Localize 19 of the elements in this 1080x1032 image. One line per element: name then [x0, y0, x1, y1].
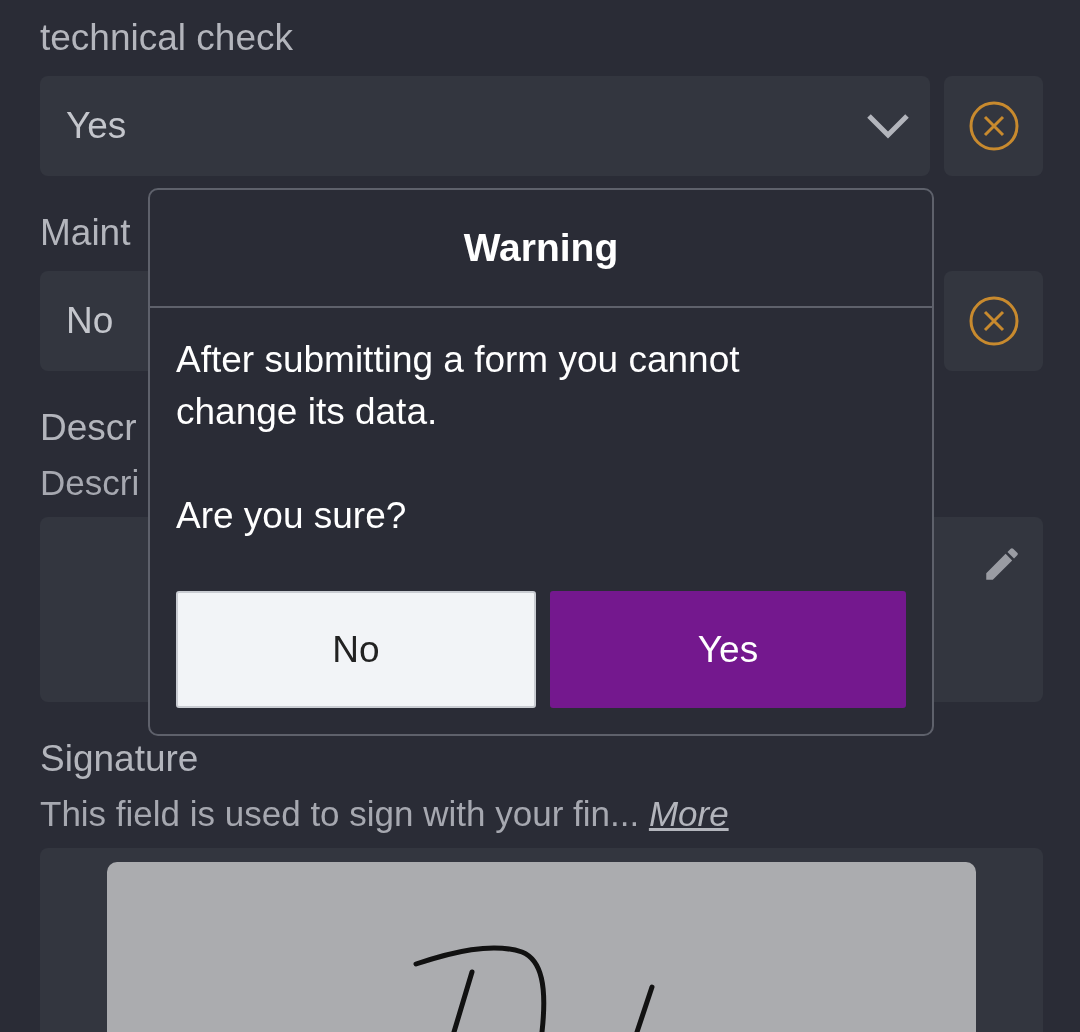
field-label: Maint	[40, 215, 131, 251]
dialog-title: Warning	[463, 226, 619, 270]
field-hint: Descri	[40, 462, 140, 504]
more-link[interactable]: More	[648, 794, 729, 833]
signature-field[interactable]	[40, 848, 1043, 1032]
chevron-down-icon	[866, 113, 910, 139]
field-label: Descr	[40, 410, 137, 446]
field-hint: This field is used to sign with your fin... More	[40, 793, 729, 835]
dialog-message: After submitting a form you cannot change its data.	[176, 338, 741, 434]
clear-icon	[967, 295, 1020, 347]
select-field[interactable]: Yes	[40, 76, 930, 176]
field-label: technical check	[40, 20, 293, 56]
cancel-button[interactable]: No	[176, 591, 536, 708]
field-label: Signature	[40, 741, 199, 777]
clear-icon	[967, 100, 1020, 152]
clear-button[interactable]	[944, 76, 1043, 176]
confirm-button[interactable]: Yes	[550, 591, 906, 708]
dialog-message: Are you sure?	[176, 494, 408, 538]
clear-button[interactable]	[944, 271, 1043, 371]
